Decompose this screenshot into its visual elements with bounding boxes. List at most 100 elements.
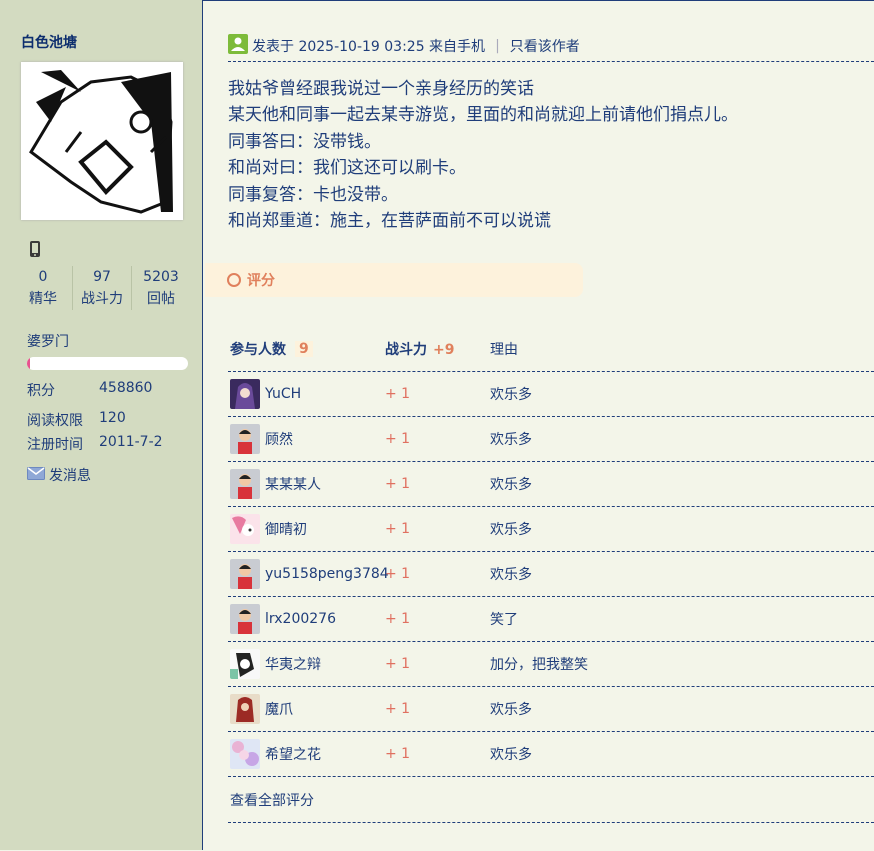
rater-cell: 希望之花 xyxy=(228,739,385,769)
envelope-icon xyxy=(27,466,45,484)
rating-table-header: 参与人数 9 战斗力 +9 理由 xyxy=(228,327,874,372)
rater-reason: 欢乐多 xyxy=(490,702,532,718)
rater-cell: 某某某人 xyxy=(228,469,385,499)
send-message-label: 发消息 xyxy=(49,468,91,484)
rater-avatar[interactable] xyxy=(230,739,260,769)
stat-replies[interactable]: 5203 回帖 xyxy=(131,266,190,310)
rating-row: 御晴初 + 1 欢乐多 xyxy=(228,507,874,552)
view-all-ratings-link[interactable]: 查看全部评分 xyxy=(228,777,874,823)
post-content: 我姑爷曾经跟我说过一个亲身经历的笑话 某天他和同事一起去某寺游览，里面的和尚就迎… xyxy=(228,76,738,234)
post-meta-text: 发表于 2025-10-19 03:25 来自手机 xyxy=(252,39,486,55)
rater-cell: 御晴初 xyxy=(228,514,385,544)
info-key: 阅读权限 xyxy=(27,413,83,429)
rater-avatar[interactable] xyxy=(230,694,260,724)
send-message-link[interactable]: 发消息 xyxy=(27,465,91,485)
only-author-link[interactable]: 只看该作者 xyxy=(510,36,580,56)
rater-avatar[interactable] xyxy=(230,604,260,634)
rater-score: + 1 xyxy=(385,386,411,402)
rater-name[interactable]: 华夷之辩 xyxy=(265,654,321,674)
info-key: 积分 xyxy=(27,383,55,399)
info-key: 注册时间 xyxy=(27,437,83,453)
rater-name[interactable]: 希望之花 xyxy=(265,744,321,764)
rating-table: 参与人数 9 战斗力 +9 理由 YuCH + 1 欢乐多 顾然 + 1 欢乐多 某某某人 + 1… xyxy=(228,327,874,823)
rating-row: 希望之花 + 1 欢乐多 xyxy=(228,732,874,777)
rating-rows: YuCH + 1 欢乐多 顾然 + 1 欢乐多 某某某人 + 1 欢乐多 御晴初 + 1 欢乐多 yu5… xyxy=(228,372,874,777)
post-line: 同事答曰：没带钱。 xyxy=(228,131,381,152)
info-value: 120 xyxy=(99,410,126,426)
rater-cell: yu5158peng3784 xyxy=(228,559,389,589)
rating-row: lrx200276 + 1 笑了 xyxy=(228,597,874,642)
stat-label: 战斗力 xyxy=(81,291,123,307)
rater-name[interactable]: 某某某人 xyxy=(265,474,321,494)
info-points: 积分 458860 xyxy=(27,380,152,400)
author-name[interactable]: 白色池塘 xyxy=(21,32,77,52)
stat-label: 精华 xyxy=(29,291,57,307)
post-line: 我姑爷曾经跟我说过一个亲身经历的笑话 xyxy=(228,79,534,99)
rater-score: + 1 xyxy=(385,746,411,762)
rating-row: 华夷之辩 + 1 加分，把我整笑 xyxy=(228,642,874,687)
info-register-time: 注册时间 2011-7-2 xyxy=(27,434,163,454)
rater-name[interactable]: lrx200276 xyxy=(265,611,336,627)
rater-score: + 1 xyxy=(385,476,411,492)
rater-score: + 1 xyxy=(385,656,411,672)
power-total: +9 xyxy=(433,342,455,358)
rater-score: + 1 xyxy=(385,566,411,582)
rater-cell: lrx200276 xyxy=(228,604,385,634)
rating-row: 顾然 + 1 欢乐多 xyxy=(228,417,874,462)
stat-value: 97 xyxy=(93,269,111,285)
divider: | xyxy=(495,38,500,54)
info-read-permission: 阅读权限 120 xyxy=(27,410,126,430)
rater-reason: 欢乐多 xyxy=(490,522,532,538)
rater-name[interactable]: 御晴初 xyxy=(265,519,307,539)
author-sidebar: 白色池塘 0 精华 97 战斗力 5203 回帖 婆罗门 积分 458860 阅… xyxy=(0,0,203,850)
rating-row: yu5158peng3784 + 1 欢乐多 xyxy=(228,552,874,597)
rating-toggle[interactable]: 评分 xyxy=(205,263,583,297)
header-power: 战斗力 +9 xyxy=(385,339,490,359)
rating-circle-icon xyxy=(227,273,241,287)
rater-reason: 笑了 xyxy=(490,612,518,628)
rater-avatar[interactable] xyxy=(230,379,260,409)
author-avatar[interactable] xyxy=(21,62,183,220)
info-value: 2011-7-2 xyxy=(99,434,163,450)
participants-count: 9 xyxy=(295,341,313,357)
rater-avatar[interactable] xyxy=(230,424,260,454)
post-line: 某天他和同事一起去某寺游览，里面的和尚就迎上前请他们捐点儿。 xyxy=(228,105,738,126)
rating-label: 评分 xyxy=(247,273,275,289)
rater-avatar[interactable] xyxy=(230,469,260,499)
header-participants: 参与人数 9 xyxy=(228,339,385,359)
rater-reason: 欢乐多 xyxy=(490,747,532,763)
rater-cell: 魔爪 xyxy=(228,694,385,724)
info-value: 458860 xyxy=(99,380,153,396)
level-progress-bar xyxy=(27,357,188,370)
rater-score: + 1 xyxy=(385,701,411,717)
rater-reason: 欢乐多 xyxy=(490,567,532,583)
rater-cell: YuCH xyxy=(228,379,385,409)
rater-reason: 欢乐多 xyxy=(490,387,532,403)
rating-row: YuCH + 1 欢乐多 xyxy=(228,372,874,417)
post-line: 和尚对曰：我们这还可以刷卡。 xyxy=(228,158,466,179)
rater-reason: 欢乐多 xyxy=(490,477,532,493)
header-reason: 理由 xyxy=(490,342,518,358)
rating-row: 某某某人 + 1 欢乐多 xyxy=(228,462,874,507)
rater-score: + 1 xyxy=(385,611,411,627)
stat-value: 0 xyxy=(38,269,48,285)
rater-name[interactable]: 顾然 xyxy=(265,429,293,449)
rater-reason: 加分，把我整笑 xyxy=(490,657,588,673)
rater-cell: 华夷之辩 xyxy=(228,649,385,679)
rater-name[interactable]: yu5158peng3784 xyxy=(265,566,389,582)
rater-name[interactable]: 魔爪 xyxy=(265,699,293,719)
post-main: 发表于 2025-10-19 03:25 来自手机 | 只看该作者 我姑爷曾经跟… xyxy=(203,0,874,851)
rating-row: 魔爪 + 1 欢乐多 xyxy=(228,687,874,732)
header-participants-label: 参与人数 xyxy=(230,342,286,358)
rater-avatar[interactable] xyxy=(230,514,260,544)
rater-avatar[interactable] xyxy=(230,559,260,589)
rater-avatar[interactable] xyxy=(230,649,260,679)
rater-name[interactable]: YuCH xyxy=(265,386,301,402)
stat-power[interactable]: 97 战斗力 xyxy=(72,266,131,310)
stat-value: 5203 xyxy=(143,269,179,285)
user-group[interactable]: 婆罗门 xyxy=(27,331,69,351)
post-line: 同事复答：卡也没带。 xyxy=(228,184,398,205)
rater-score: + 1 xyxy=(385,431,411,447)
stat-essence[interactable]: 0 精华 xyxy=(14,266,72,310)
rater-cell: 顾然 xyxy=(228,424,385,454)
